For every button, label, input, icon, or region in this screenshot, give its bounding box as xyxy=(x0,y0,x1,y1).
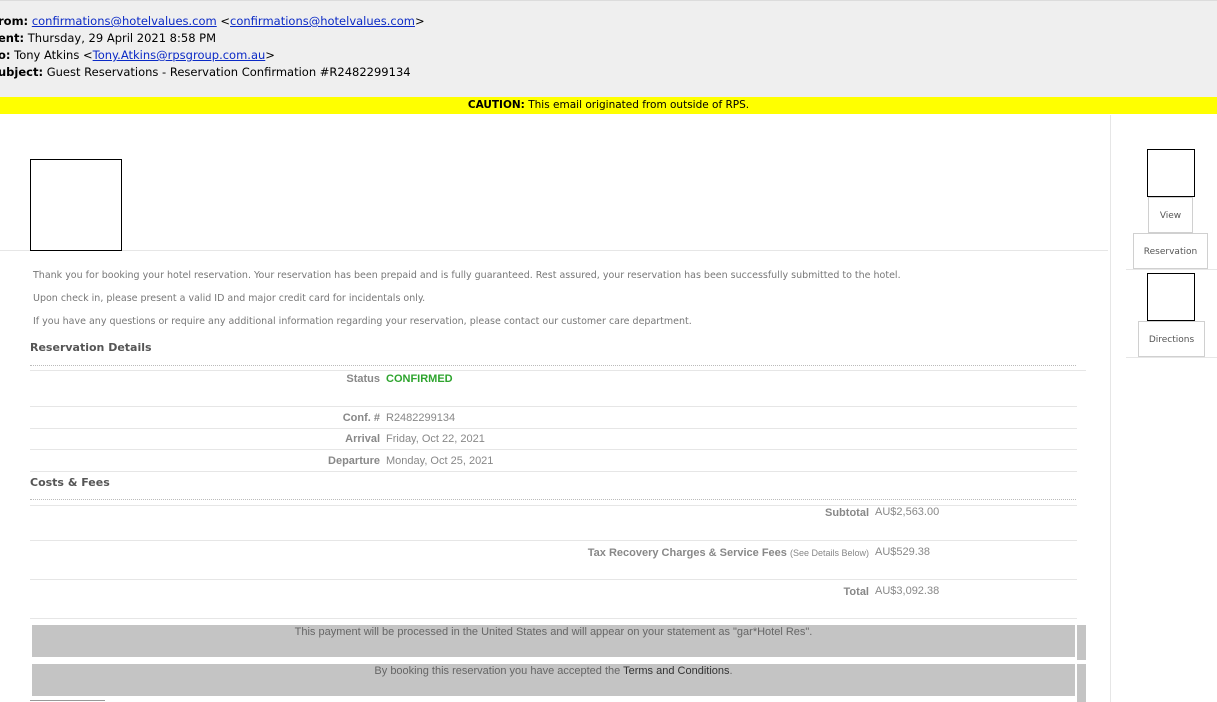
payment-notice: This payment will be processed in the Un… xyxy=(32,625,1075,657)
row-divider xyxy=(30,618,1077,619)
tax-fees-value: AU$529.38 xyxy=(875,546,931,558)
directions-button[interactable]: Directions xyxy=(1138,321,1205,357)
status-label: Status xyxy=(346,373,380,385)
caution-label: CAUTION: xyxy=(467,99,525,111)
terms-link[interactable]: Terms and Conditions xyxy=(623,665,729,677)
side-divider xyxy=(1126,357,1217,358)
arrival-label: Arrival xyxy=(345,433,380,445)
view-button[interactable]: View xyxy=(1148,197,1193,233)
email-header: rom: confirmations@hotelvalues.com <conf… xyxy=(0,0,1217,98)
intro-line-2: Upon check in, please present a valid ID… xyxy=(33,293,426,304)
reservation-label: Reservation xyxy=(1143,247,1198,257)
from-email-link-2[interactable]: confirmations@hotelvalues.com xyxy=(230,14,415,28)
from-line: rom: confirmations@hotelvalues.com <conf… xyxy=(0,14,425,28)
tax-fees-note: (See Details Below) xyxy=(789,548,869,558)
side-divider xyxy=(1126,269,1217,270)
directions-image[interactable] xyxy=(1147,273,1195,321)
sent-line: ent: Thursday, 29 April 2021 8:58 PM xyxy=(0,31,216,45)
subtotal-value: AU$2,563.00 xyxy=(875,506,940,518)
total-value: AU$3,092.38 xyxy=(875,585,940,597)
conf-value: R2482299134 xyxy=(386,412,456,424)
tax-fees-label: Tax Recovery Charges & Service Fees (See… xyxy=(500,547,869,559)
logo-divider xyxy=(0,250,1108,251)
tax-fees-label-text: Tax Recovery Charges & Service Fees xyxy=(587,547,787,559)
to-name: Tony Atkins xyxy=(14,48,80,62)
row-divider xyxy=(30,579,1077,580)
intro-line-3: If you have any questions or require any… xyxy=(33,316,692,327)
status-value: CONFIRMED xyxy=(386,373,453,385)
payment-notice-text: This payment will be processed in the Un… xyxy=(294,626,813,638)
reservation-details-title: Reservation Details xyxy=(30,341,152,354)
arrival-value: Friday, Oct 22, 2021 xyxy=(386,433,485,445)
caution-text: This email originated from outside of RP… xyxy=(528,99,750,111)
content-divider xyxy=(1110,115,1111,702)
subtotal-label: Subtotal xyxy=(825,507,869,519)
departure-value: Monday, Oct 25, 2021 xyxy=(386,455,494,467)
intro-line-1: Thank you for booking your hotel reserva… xyxy=(33,270,901,281)
sent-label: ent: xyxy=(0,31,25,45)
sent-value: Thursday, 29 April 2021 8:58 PM xyxy=(27,31,217,45)
to-label: o: xyxy=(0,48,11,62)
subject-label: ubject: xyxy=(0,65,44,79)
from-label: rom: xyxy=(0,14,29,28)
row-divider xyxy=(30,428,1077,429)
to-email-link[interactable]: Tony.Atkins@rpsgroup.com.au xyxy=(93,48,266,62)
conf-label: Conf. # xyxy=(342,412,380,424)
from-email-link[interactable]: confirmations@hotelvalues.com xyxy=(32,14,217,28)
view-reservation-image[interactable] xyxy=(1147,149,1195,197)
row-divider xyxy=(30,540,1077,541)
terms-suffix: . xyxy=(729,665,733,677)
view-label: View xyxy=(1159,211,1182,221)
section-divider xyxy=(30,499,1076,500)
costs-fees-title: Costs & Fees xyxy=(30,476,110,489)
departure-label: Departure xyxy=(328,455,380,467)
notice-side-strip xyxy=(1077,664,1086,702)
subject-line: ubject: Guest Reservations - Reservation… xyxy=(0,65,411,79)
terms-notice: By booking this reservation you have acc… xyxy=(32,664,1075,696)
reservation-button[interactable]: Reservation xyxy=(1133,233,1208,269)
footer-rule xyxy=(30,700,105,701)
subject-value: Guest Reservations - Reservation Confirm… xyxy=(46,65,411,79)
row-divider xyxy=(30,406,1077,407)
terms-prefix: By booking this reservation you have acc… xyxy=(374,665,621,677)
row-divider xyxy=(30,449,1077,450)
caution-banner: CAUTION: This email originated from outs… xyxy=(0,97,1217,114)
to-line: o: Tony Atkins <Tony.Atkins@rpsgroup.com… xyxy=(0,48,275,62)
row-divider xyxy=(30,370,1086,371)
section-divider xyxy=(30,365,1076,366)
directions-label: Directions xyxy=(1148,335,1195,345)
total-label: Total xyxy=(843,586,869,598)
hotel-logo-image xyxy=(30,159,122,251)
row-divider xyxy=(30,471,1077,472)
notice-side-strip xyxy=(1077,625,1086,660)
